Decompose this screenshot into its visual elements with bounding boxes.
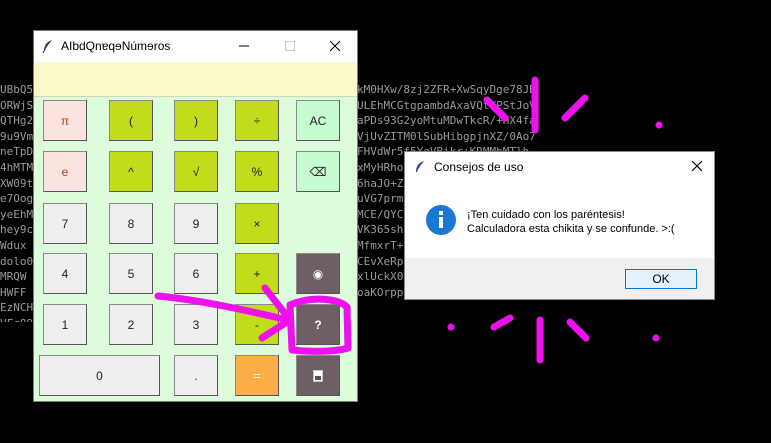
keypad: π ( ) ÷ AC e ^ √ % ⌫ 7 8 9 × 4 5 6 + ◉ 1… bbox=[34, 97, 357, 401]
e-button[interactable]: e bbox=[43, 151, 87, 192]
three-button[interactable]: 3 bbox=[174, 304, 218, 345]
nine-button[interactable]: 9 bbox=[174, 203, 218, 244]
ok-button[interactable]: OK bbox=[625, 269, 697, 289]
feather-icon bbox=[42, 40, 52, 53]
theme-button[interactable]: ◉ bbox=[296, 253, 340, 294]
two-button[interactable]: 2 bbox=[109, 304, 153, 345]
pi-button[interactable]: π bbox=[43, 100, 87, 141]
calculator-titlebar[interactable]: AIbdQnɐqɘNúmɘros bbox=[34, 31, 357, 62]
dialog-title: Consejos de uso bbox=[434, 160, 524, 174]
minimize-icon[interactable] bbox=[234, 36, 254, 56]
save-button[interactable] bbox=[296, 355, 340, 396]
left-paren-button[interactable]: ( bbox=[109, 100, 153, 141]
seven-button[interactable]: 7 bbox=[43, 203, 87, 244]
tips-dialog: Consejos de uso ¡Ten cuidado con los par… bbox=[404, 151, 715, 300]
maximize-icon bbox=[285, 41, 295, 51]
eight-button[interactable]: 8 bbox=[109, 203, 153, 244]
zero-button[interactable]: 0 bbox=[39, 355, 160, 396]
one-button[interactable]: 1 bbox=[43, 304, 87, 345]
sparkle-dot-annotation bbox=[652, 334, 660, 342]
calculator-window: AIbdQnɐqɘNúmɘros π ( ) ÷ AC e ^ √ % ⌫ 7 … bbox=[33, 30, 358, 402]
feather-icon bbox=[416, 161, 424, 172]
dialog-footer: OK bbox=[405, 258, 714, 299]
five-button[interactable]: 5 bbox=[109, 253, 153, 294]
six-button[interactable]: 6 bbox=[174, 253, 218, 294]
dialog-message-line2: Calculadora esta chikita y se confunde. … bbox=[467, 223, 675, 235]
clear-button[interactable]: AC bbox=[296, 100, 340, 141]
sparkle-dot-annotation bbox=[655, 121, 663, 129]
divide-button[interactable]: ÷ bbox=[235, 100, 279, 141]
calculator-display[interactable] bbox=[34, 62, 357, 97]
power-button[interactable]: ^ bbox=[109, 151, 153, 192]
save-icon bbox=[313, 369, 323, 382]
plus-button[interactable]: + bbox=[235, 253, 279, 294]
equals-button[interactable]: = bbox=[235, 355, 279, 396]
percent-button[interactable]: % bbox=[235, 151, 279, 192]
multiply-button[interactable]: × bbox=[235, 203, 279, 244]
window-title: AIbdQnɐqɘNúmɘros bbox=[61, 39, 171, 53]
help-button[interactable]: ? bbox=[296, 304, 340, 345]
right-paren-button[interactable]: ) bbox=[174, 100, 218, 141]
info-icon bbox=[426, 205, 456, 235]
sparkle-dot-annotation bbox=[447, 323, 455, 331]
dot-button[interactable]: . bbox=[174, 355, 218, 396]
sparkle-ray-annotation bbox=[490, 314, 514, 331]
close-icon[interactable] bbox=[689, 158, 705, 174]
dialog-message-line1: ¡Ten cuidado con los paréntesis! bbox=[467, 209, 625, 221]
four-button[interactable]: 4 bbox=[43, 253, 87, 294]
close-icon[interactable] bbox=[325, 36, 345, 56]
backspace-button[interactable]: ⌫ bbox=[296, 151, 340, 192]
sqrt-button[interactable]: √ bbox=[174, 151, 218, 192]
sparkle-ray-annotation bbox=[566, 318, 590, 342]
minus-button[interactable]: - bbox=[235, 304, 279, 345]
